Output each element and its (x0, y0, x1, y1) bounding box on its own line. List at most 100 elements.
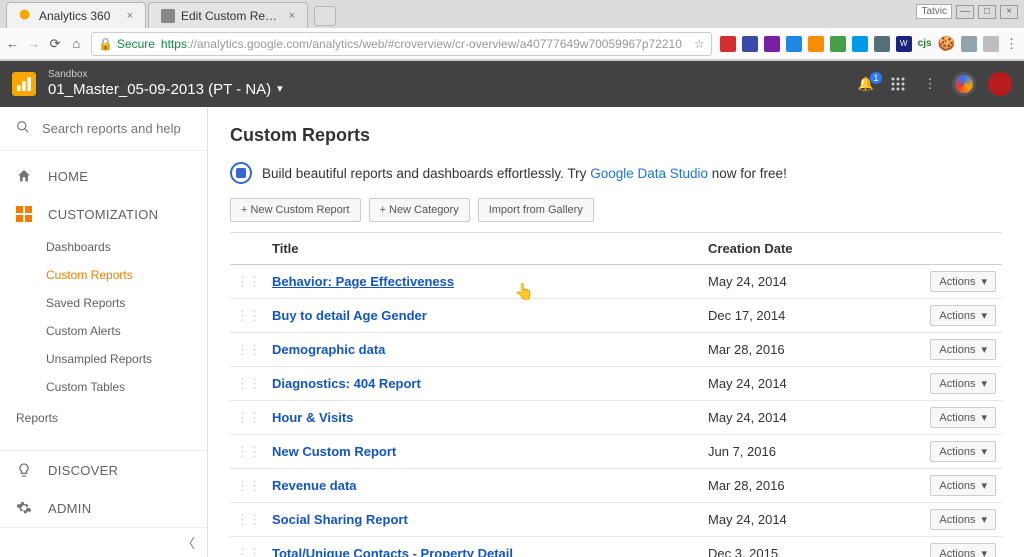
drag-handle-icon[interactable]: ⋮⋮ (230, 401, 266, 435)
browser-tab-active[interactable]: Analytics 360 × (6, 2, 146, 28)
drag-handle-icon[interactable]: ⋮⋮ (230, 469, 266, 503)
report-title-link[interactable]: Diagnostics: 404 Report (272, 376, 421, 391)
subnav-custom-alerts[interactable]: Custom Alerts (46, 317, 207, 345)
extension-icon[interactable] (983, 36, 999, 52)
drag-handle-icon[interactable]: ⋮⋮ (230, 299, 266, 333)
drag-handle-icon[interactable]: ⋮⋮ (230, 503, 266, 537)
promo-text: Build beautiful reports and dashboards e… (262, 166, 590, 181)
caret-down-icon: ▾ (981, 479, 987, 492)
column-title[interactable]: Title (266, 233, 702, 265)
actions-button[interactable]: Actions ▾ (930, 475, 996, 496)
report-date: Dec 17, 2014 (702, 299, 922, 333)
report-title-link[interactable]: Behavior: Page Effectiveness (272, 274, 454, 289)
actions-button[interactable]: Actions ▾ (930, 543, 996, 557)
close-tab-icon[interactable]: × (127, 10, 133, 22)
drag-handle-icon[interactable]: ⋮⋮ (230, 265, 266, 299)
drag-handle-icon[interactable]: ⋮⋮ (230, 333, 266, 367)
close-tab-icon[interactable]: × (289, 10, 295, 22)
table-row: ⋮⋮Revenue dataMar 28, 2016Actions ▾ (230, 469, 1002, 503)
report-date: Jun 7, 2016 (702, 435, 922, 469)
account-selector[interactable]: Sandbox 01_Master_05-09-2013 (PT - NA) ▾ (48, 69, 283, 99)
actions-button[interactable]: Actions ▾ (930, 305, 996, 326)
sidebar-item-customization[interactable]: CUSTOMIZATION (0, 195, 207, 233)
more-menu-icon[interactable]: ⋮ (920, 76, 940, 92)
bookmark-star-icon[interactable]: ☆ (694, 37, 705, 51)
report-title-link[interactable]: Buy to detail Age Gender (272, 308, 427, 323)
browser-tab[interactable]: Edit Custom Report… × (148, 2, 308, 28)
actions-button[interactable]: Actions ▾ (930, 271, 996, 292)
extension-icon[interactable] (874, 36, 890, 52)
lock-icon: 🔒 (98, 37, 113, 51)
promo-link[interactable]: Google Data Studio (590, 166, 708, 181)
home-button[interactable]: ⌂ (70, 35, 83, 53)
extension-icon[interactable] (720, 36, 736, 52)
table-row: ⋮⋮Hour & VisitsMay 24, 2014Actions ▾ (230, 401, 1002, 435)
forward-button[interactable]: → (27, 35, 40, 53)
extension-icon[interactable] (961, 36, 977, 52)
extension-icon[interactable] (808, 36, 824, 52)
new-category-button[interactable]: + New Category (369, 198, 470, 222)
column-creation-date[interactable]: Creation Date (702, 233, 922, 265)
subnav-saved-reports[interactable]: Saved Reports (46, 289, 207, 317)
close-window-button[interactable]: × (1000, 5, 1018, 19)
chevron-left-icon: 〈 (182, 533, 195, 552)
extension-icon[interactable] (764, 36, 780, 52)
minimize-button[interactable]: — (956, 5, 974, 19)
sidebar-item-discover[interactable]: DISCOVER (0, 451, 207, 489)
google-360-icon[interactable] (952, 72, 976, 96)
sidebar-section-reports: Reports (0, 401, 207, 429)
actions-button[interactable]: Actions ▾ (930, 407, 996, 428)
view-name: 01_Master_05-09-2013 (PT - NA) (48, 81, 271, 99)
sidebar-item-admin[interactable]: ADMIN (0, 489, 207, 527)
extension-icon[interactable] (852, 36, 868, 52)
report-title-link[interactable]: Revenue data (272, 478, 357, 493)
collapse-sidebar-button[interactable]: 〈 (0, 527, 207, 557)
extension-icon[interactable] (786, 36, 802, 52)
subnav-custom-tables[interactable]: Custom Tables (46, 373, 207, 401)
report-title-link[interactable]: Total/Unique Contacts - Property Detail (272, 546, 513, 557)
report-title-link[interactable]: New Custom Report (272, 444, 396, 459)
data-studio-icon (230, 162, 252, 184)
table-row: ⋮⋮ Buy to detail Age Gender Dec 17, 2014 Ac… (230, 299, 1002, 333)
sidebar: Search reports and help HOME CUSTOMIZATI… (0, 107, 208, 557)
new-custom-report-button[interactable]: + New Custom Report (230, 198, 361, 222)
caret-down-icon: ▾ (981, 411, 987, 424)
actions-button[interactable]: Actions ▾ (930, 373, 996, 394)
extension-icon[interactable]: cjs (918, 38, 932, 49)
search-icon (16, 120, 30, 137)
promo-text: now for free! (708, 166, 787, 181)
import-from-gallery-button[interactable]: Import from Gallery (478, 198, 594, 222)
table-row: ⋮⋮Behavior: Page EffectivenessMay 24, 20… (230, 265, 1002, 299)
report-title-link[interactable]: Demographic data (272, 342, 385, 357)
sidebar-item-home[interactable]: HOME (0, 157, 207, 195)
report-title-link[interactable]: Social Sharing Report (272, 512, 408, 527)
extension-icon[interactable] (830, 36, 846, 52)
data-studio-promo: Build beautiful reports and dashboards e… (230, 162, 1002, 184)
extension-icons: W cjs 🍪 ⋮ (720, 35, 1018, 52)
new-tab-button[interactable] (314, 6, 336, 26)
extension-icon[interactable] (742, 36, 758, 52)
actions-button[interactable]: Actions ▾ (930, 441, 996, 462)
subnav-unsampled-reports[interactable]: Unsampled Reports (46, 345, 207, 373)
wappalyzer-icon[interactable]: W (896, 36, 912, 52)
browser-menu-icon[interactable]: ⋮ (1005, 36, 1018, 52)
back-button[interactable]: ← (6, 35, 19, 53)
url-input[interactable]: 🔒 Secure https://analytics.google.com/an… (91, 32, 712, 56)
drag-handle-icon[interactable]: ⋮⋮ (230, 435, 266, 469)
drag-handle-icon[interactable]: ⋮⋮ (230, 367, 266, 401)
url-text: https://analytics.google.com/analytics/w… (161, 37, 682, 51)
notifications-icon[interactable]: 🔔1 (856, 76, 876, 92)
avatar-icon[interactable] (988, 72, 1012, 96)
search-input[interactable]: Search reports and help (0, 107, 207, 151)
actions-button[interactable]: Actions ▾ (930, 339, 996, 360)
subnav-custom-reports[interactable]: Custom Reports (46, 261, 207, 289)
ga-logo-icon[interactable] (12, 72, 36, 96)
actions-button[interactable]: Actions ▾ (930, 509, 996, 530)
maximize-button[interactable]: □ (978, 5, 996, 19)
reload-button[interactable]: ⟳ (48, 35, 61, 53)
drag-handle-icon[interactable]: ⋮⋮ (230, 537, 266, 557)
apps-grid-icon[interactable] (888, 76, 908, 92)
report-title-link[interactable]: Hour & Visits (272, 410, 353, 425)
extension-icon[interactable]: 🍪 (938, 35, 955, 52)
subnav-dashboards[interactable]: Dashboards (46, 233, 207, 261)
